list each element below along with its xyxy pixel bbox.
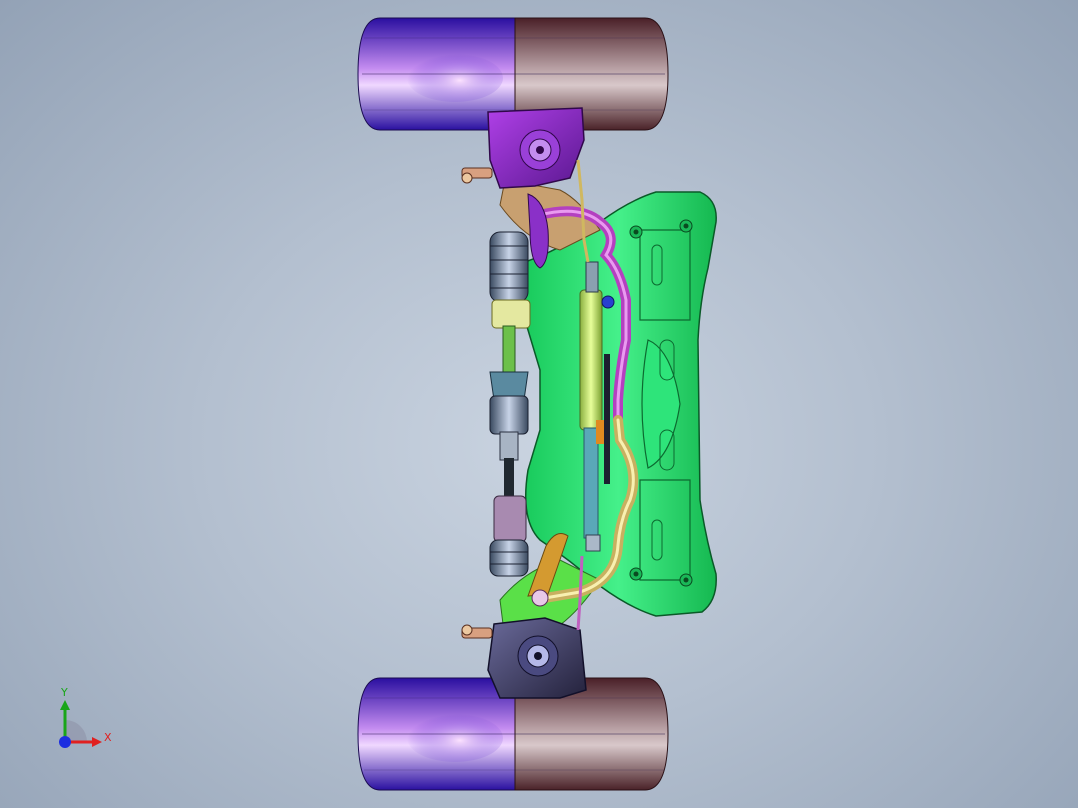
drive-shaft[interactable] — [489, 231, 531, 577]
assembly-model[interactable] — [0, 0, 1078, 808]
graphics-viewport[interactable]: Y X — [0, 0, 1078, 808]
axis-y-label: Y — [61, 686, 68, 699]
axis-triad-icon — [59, 700, 102, 748]
axis-x-label: X — [104, 731, 112, 744]
view-triad[interactable]: Y X — [48, 684, 128, 754]
